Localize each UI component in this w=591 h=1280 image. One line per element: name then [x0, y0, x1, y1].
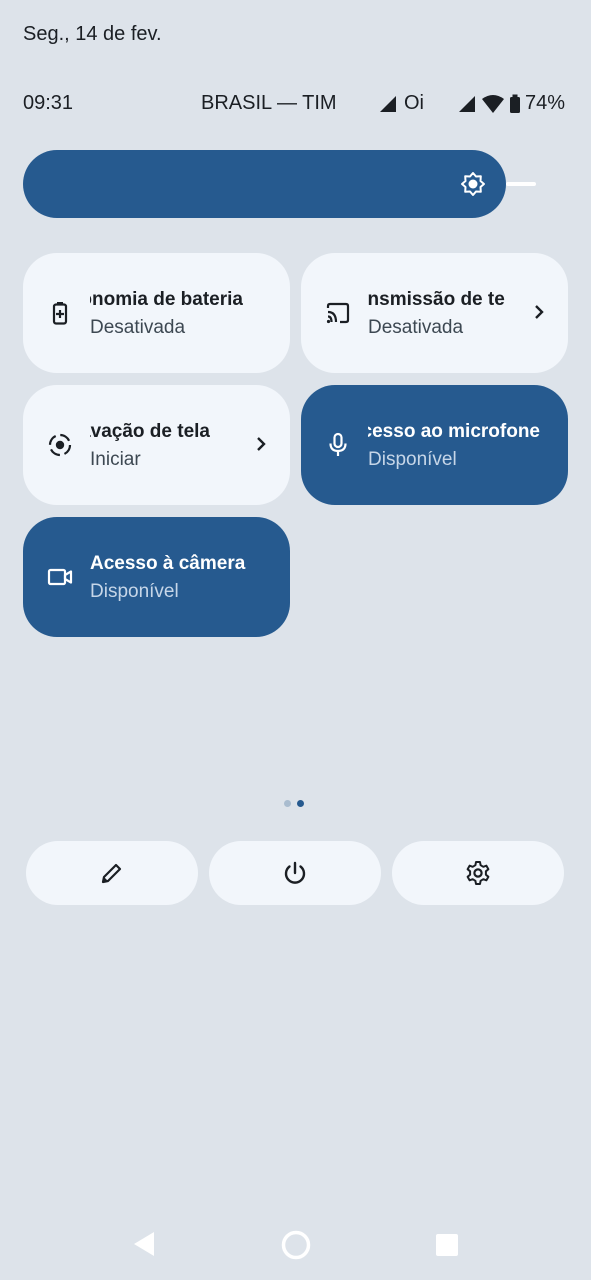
battery-saver-icon — [52, 302, 68, 325]
wifi-icon — [481, 94, 504, 113]
sim2-group: Oi — [378, 92, 424, 115]
tile-state: Disponível — [90, 581, 179, 602]
tile-battery-saver[interactable]: Economia de bateria Desativada — [23, 253, 290, 373]
back-icon[interactable] — [132, 1230, 156, 1258]
tile-label: Acesso à câmera — [90, 553, 246, 574]
power-icon — [284, 861, 306, 884]
edit-pencil-icon — [101, 863, 122, 884]
status-right: 74% — [457, 92, 565, 115]
tile-state: Desativada — [368, 317, 464, 338]
tile-state: Desativada — [90, 317, 186, 338]
page-indicator — [284, 800, 304, 807]
tile-label: Acesso ao microfone — [368, 421, 540, 442]
tile-label: Transmissão de tela — [368, 289, 506, 310]
power-button[interactable] — [209, 841, 381, 905]
tile-state: Iniciar — [90, 449, 141, 470]
status-bar: 09:31 BRASIL — TIM Oi 74% — [23, 92, 565, 118]
brightness-slider[interactable] — [23, 150, 506, 218]
tile-screen-record[interactable]: Gravação de tela Iniciar — [23, 385, 290, 505]
tile-state: Disponível — [368, 449, 457, 470]
settings-button[interactable] — [392, 841, 564, 905]
carrier-name: BRASIL — TIM — [201, 92, 337, 114]
settings-gear-icon — [466, 861, 490, 885]
cast-icon — [326, 302, 350, 324]
battery-icon — [509, 94, 520, 113]
tile-microphone-access[interactable]: Acesso ao microfone Disponível — [301, 385, 568, 505]
clock: 09:31 — [23, 92, 74, 114]
tile-screen-cast[interactable]: Transmissão de tela Desativada — [301, 253, 568, 373]
page-dot-active[interactable] — [297, 800, 304, 807]
tile-label: Gravação de tela — [90, 421, 210, 442]
signal-icon — [458, 95, 475, 112]
brightness-track[interactable] — [506, 182, 536, 186]
chevron-right-icon[interactable] — [532, 301, 546, 323]
microphone-icon — [329, 432, 347, 456]
page-dot[interactable] — [284, 800, 291, 807]
camera-icon — [47, 568, 73, 586]
chevron-right-icon[interactable] — [254, 433, 268, 455]
recents-icon[interactable] — [435, 1233, 459, 1257]
signal-icon — [380, 95, 396, 112]
home-icon[interactable] — [280, 1229, 312, 1261]
brightness-icon — [461, 172, 485, 196]
battery-percent: 74% — [524, 92, 565, 114]
date-text: Seg., 14 de fev. — [23, 23, 162, 45]
tile-label: Economia de bateria — [90, 289, 243, 310]
carrier2-name: Oi — [404, 92, 424, 114]
edit-button[interactable] — [26, 841, 198, 905]
tile-camera-access[interactable]: Acesso à câmera Disponível — [23, 517, 290, 637]
screen-record-icon — [48, 433, 72, 457]
